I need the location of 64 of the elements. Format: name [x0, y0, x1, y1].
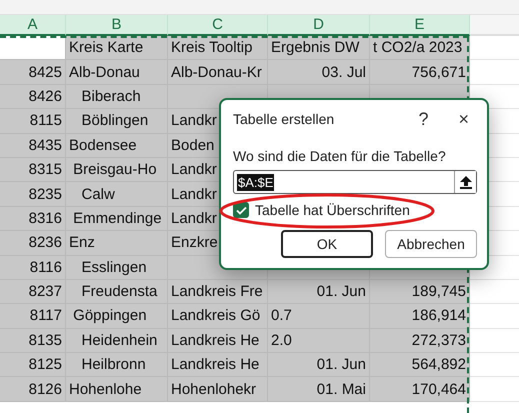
- table-cell: Freudensta: [66, 280, 168, 304]
- table-cell: 8117: [0, 304, 66, 329]
- table-cell: 01. Jun: [268, 353, 370, 378]
- column-header[interactable]: E: [370, 15, 470, 36]
- column-header[interactable]: C: [168, 15, 268, 36]
- table-cell: 8115: [0, 109, 66, 134]
- table-cell: Enz: [66, 231, 168, 256]
- column-header[interactable]: D: [268, 15, 370, 36]
- table-cell: Alb-Donau-Kr: [168, 60, 268, 85]
- table-cell: Hohenlohe: [66, 377, 168, 402]
- table-cell: Böblingen: [66, 109, 168, 134]
- column-header[interactable]: A: [0, 15, 66, 36]
- table-cell: 8435: [0, 134, 66, 158]
- cancel-button[interactable]: Abbrechen: [385, 230, 477, 258]
- help-button[interactable]: ?: [410, 108, 436, 130]
- table-cell: 8426: [0, 84, 66, 110]
- table-cell: 272,373: [370, 328, 470, 354]
- table-cell: 8236: [0, 231, 66, 256]
- header-cell: Ergebnis DW: [268, 36, 370, 60]
- table-cell: Bodensee: [66, 134, 168, 158]
- close-button[interactable]: ×: [450, 108, 477, 130]
- header-cell: Kreis Tooltip: [168, 36, 268, 60]
- table-cell: 189,745: [370, 280, 470, 304]
- table-cell: 756,671: [370, 60, 470, 85]
- table-cell: 8237: [0, 280, 66, 304]
- ok-button[interactable]: OK: [281, 230, 373, 258]
- table-cell: Landkreis Fre: [168, 280, 268, 304]
- column-header[interactable]: B: [66, 15, 168, 36]
- table-cell: 01. Jun: [268, 280, 370, 304]
- table-cell: Landkreis Gö: [168, 304, 268, 329]
- table-cell: 186,914: [370, 304, 470, 329]
- table-cell: Alb-Donau: [66, 60, 168, 85]
- table-cell: Hohenlohekr: [168, 377, 268, 402]
- table-cell: 8425: [0, 60, 66, 85]
- table-cell: Biberach: [66, 84, 168, 110]
- table-cell: Göppingen: [66, 304, 168, 329]
- table-cell: 170,464: [370, 377, 470, 402]
- table-cell: Calw: [66, 182, 168, 207]
- range-field[interactable]: $A:$E: [233, 170, 477, 194]
- table-cell: 8125: [0, 353, 66, 378]
- table-cell: Heidenhein: [66, 328, 168, 354]
- table-cell: 564,892: [370, 353, 470, 378]
- table-cell: 8235: [0, 182, 66, 207]
- check-icon: [236, 206, 246, 214]
- table-cell: 8126: [0, 377, 66, 402]
- table-cell: 0.7: [268, 304, 370, 329]
- table-cell: Landkreis He: [168, 353, 268, 378]
- table-cell: 03. Jul: [268, 60, 370, 85]
- table-cell: Emmendinge: [66, 206, 168, 232]
- table-cell: 8135: [0, 328, 66, 354]
- header-cell: t CO2/a 2023: [370, 36, 470, 60]
- table-cell: 8116: [0, 256, 66, 280]
- table-cell: Landkreis He: [168, 328, 268, 354]
- collapse-button[interactable]: [454, 171, 476, 193]
- table-cell: 8315: [0, 158, 66, 182]
- table-cell: 8316: [0, 206, 66, 232]
- range-value: $A:$E: [237, 174, 274, 190]
- up-arrow-icon: [460, 176, 472, 188]
- table-cell: Esslingen: [66, 256, 168, 280]
- header-cell: Kreis Karte: [66, 36, 168, 60]
- table-cell: 01. Mai: [268, 377, 370, 402]
- table-cell: 2.0: [268, 328, 370, 354]
- table-cell: Breisgau-Ho: [66, 158, 168, 182]
- table-cell: Heilbronn: [66, 353, 168, 378]
